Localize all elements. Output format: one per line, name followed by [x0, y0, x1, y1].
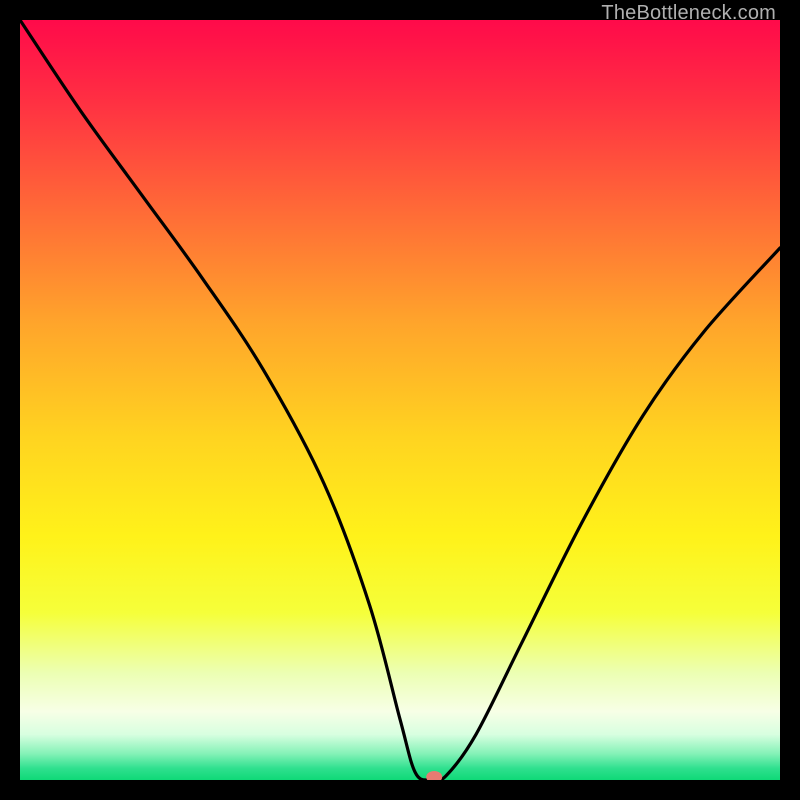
bottleneck-chart — [20, 20, 780, 780]
plot-background — [20, 20, 780, 780]
chart-frame — [20, 20, 780, 780]
